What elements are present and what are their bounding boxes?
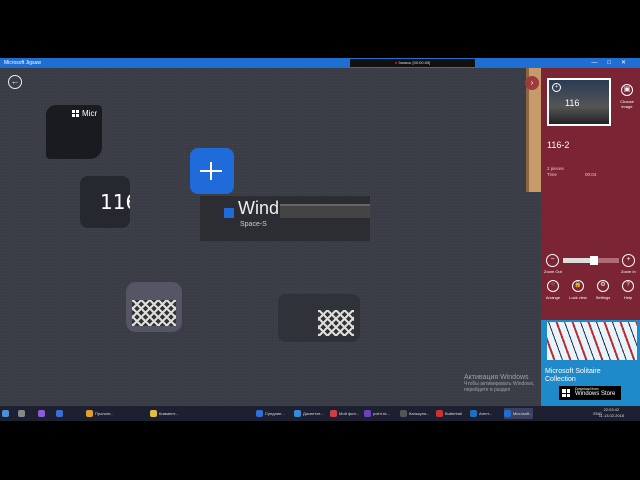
taskbar-item[interactable]: Средние...: [256, 408, 285, 419]
zoom-slider-handle[interactable]: [589, 256, 598, 265]
taskbar-item[interactable]: Пролонг...: [86, 408, 113, 419]
help-button[interactable]: ? Help: [616, 280, 640, 300]
zoom-slider[interactable]: [563, 256, 619, 265]
chevron-right-icon[interactable]: ›: [525, 76, 539, 90]
puzzle-piece-group[interactable]: Wind Space-S: [200, 196, 370, 241]
lock-view-icon: 🔒: [572, 280, 584, 292]
taskbar-item-label: Butterball: [445, 411, 462, 416]
window-controls: —□✕: [591, 58, 636, 68]
taskbar-item[interactable]: [2, 408, 11, 419]
side-panel: + 116 ▣ Choose image 116-2 2 pieces Time…: [541, 68, 640, 320]
app-icon: [400, 410, 407, 418]
close-button[interactable]: ✕: [621, 60, 636, 66]
maximize-button[interactable]: □: [607, 60, 621, 66]
record-dot-icon: ●: [394, 60, 398, 65]
app-icon: [2, 410, 9, 418]
zoom-control: − + Zoom Out Zoom In: [541, 254, 640, 276]
taskbar-item[interactable]: Butterball: [436, 408, 462, 419]
taskbar-clock[interactable]: 22:03:42 11.13.02.2018: [599, 407, 624, 419]
playing-cards-image: [547, 322, 637, 360]
magnify-icon[interactable]: +: [552, 83, 561, 92]
taskbar-item-label: Microsoft...: [513, 411, 533, 416]
app-title: Microsoft Jigsaw: [4, 60, 41, 66]
app-icon: [38, 410, 45, 418]
windows-logo-icon: [72, 110, 79, 117]
zoom-in-label: Zoom In: [621, 269, 636, 274]
stat-row: Time 00:04: [547, 172, 597, 177]
settings-button[interactable]: ⚙ Settings: [591, 280, 615, 300]
arrange-button[interactable]: ⁘ Arrange: [541, 280, 565, 300]
puzzle-frame: ›: [525, 68, 541, 192]
back-arrow-icon[interactable]: ←: [8, 75, 22, 89]
taskbar-item[interactable]: [38, 408, 47, 419]
choose-image-label[interactable]: Choose image: [615, 99, 639, 109]
taskbar-item-label: Средние...: [265, 411, 285, 416]
taskbar-item[interactable]: Калькуля...: [400, 408, 430, 419]
app-icon: [470, 410, 477, 418]
ad-title: Microsoft Solitaire Collection: [545, 368, 601, 383]
app-icon: [504, 410, 511, 418]
taskbar-item-label: Коммент...: [159, 411, 179, 416]
taskbar-item[interactable]: point.rd...: [364, 408, 390, 419]
lock-view-button[interactable]: 🔒 Lock view: [566, 280, 590, 300]
windows-logo-icon: [562, 389, 570, 397]
screen-recorder-bar[interactable]: ● Запись [00:00:05]: [350, 59, 475, 67]
piece-text: Micr: [82, 109, 98, 118]
taskbar-item[interactable]: Коммент...: [150, 408, 178, 419]
taskbar-item[interactable]: [18, 408, 27, 419]
settings-icon: ⚙: [597, 280, 609, 292]
puzzle-board[interactable]: ← Micr 116 Wind Space-S › Актива: [0, 68, 541, 406]
taskbar-item[interactable]: Агент...: [470, 408, 492, 419]
minimize-button[interactable]: —: [591, 60, 607, 66]
taskbar-item[interactable]: Диспетче...: [294, 408, 324, 419]
zoom-in-icon[interactable]: +: [622, 254, 635, 267]
app-icon: [18, 410, 25, 418]
arrange-icon: ⁘: [547, 280, 559, 292]
piece-text: 116: [100, 190, 130, 214]
activation-watermark: Активация Windows Чтобы активировать Win…: [464, 374, 535, 393]
app-icon: [436, 410, 443, 418]
taskbar-item[interactable]: Microsoft...: [504, 408, 533, 419]
taskbar-item[interactable]: [56, 408, 65, 419]
piece-text: Space-S: [240, 221, 267, 228]
screen: Microsoft Jigsaw ● Запись [00:00:05] —□✕…: [0, 0, 640, 480]
taskbar-item-label: point.rd...: [373, 411, 390, 416]
app-icon: [256, 410, 263, 418]
puzzle-name: 116-2: [547, 140, 570, 150]
app-icon: [364, 410, 371, 418]
taskbar: ENG 22:03:42 11.13.02.2018 Пролонг... Ком…: [0, 406, 640, 421]
help-icon: ?: [622, 280, 634, 292]
recorder-text: Запись [00:00:05]: [398, 60, 431, 65]
thumbnail-number: 116: [565, 98, 580, 108]
taskbar-item-label: Калькуля...: [409, 411, 430, 416]
solitaire-ad-banner[interactable]: Microsoft Solitaire Collection Download …: [541, 320, 640, 406]
taskbar-item-label: Пролонг...: [95, 411, 114, 416]
title-bar: Microsoft Jigsaw ● Запись [00:00:05] —□✕: [0, 58, 640, 68]
zoom-out-icon[interactable]: −: [546, 254, 559, 267]
app-icon: [330, 410, 337, 418]
app-icon: [86, 410, 93, 418]
puzzle-piece[interactable]: [126, 282, 182, 332]
action-bar: ⁘ Arrange 🔒 Lock view ⚙ Settings ? Help: [541, 280, 640, 314]
windows-store-badge[interactable]: Download from Windows Store: [559, 386, 621, 400]
app-icon: [294, 410, 301, 418]
puzzle-thumbnail[interactable]: + 116: [547, 78, 611, 126]
taskbar-item-label: Агент...: [479, 411, 493, 416]
puzzle-stats: 2 pieces Time 00:04: [547, 166, 597, 178]
image-icon[interactable]: ▣: [621, 84, 633, 96]
app-icon: [150, 410, 157, 418]
puzzle-piece[interactable]: 116: [80, 176, 130, 228]
app-icon: [56, 410, 63, 418]
zoom-out-label: Zoom Out: [544, 269, 562, 274]
taskbar-item-label: Мой фил...: [339, 411, 360, 416]
puzzle-piece[interactable]: Micr: [46, 105, 102, 159]
piece-text: Wind: [238, 198, 280, 218]
taskbar-item-label: Диспетче...: [303, 411, 324, 416]
puzzle-piece[interactable]: [278, 294, 360, 342]
puzzle-piece[interactable]: [190, 148, 234, 194]
taskbar-item[interactable]: Мой фил...: [330, 408, 359, 419]
